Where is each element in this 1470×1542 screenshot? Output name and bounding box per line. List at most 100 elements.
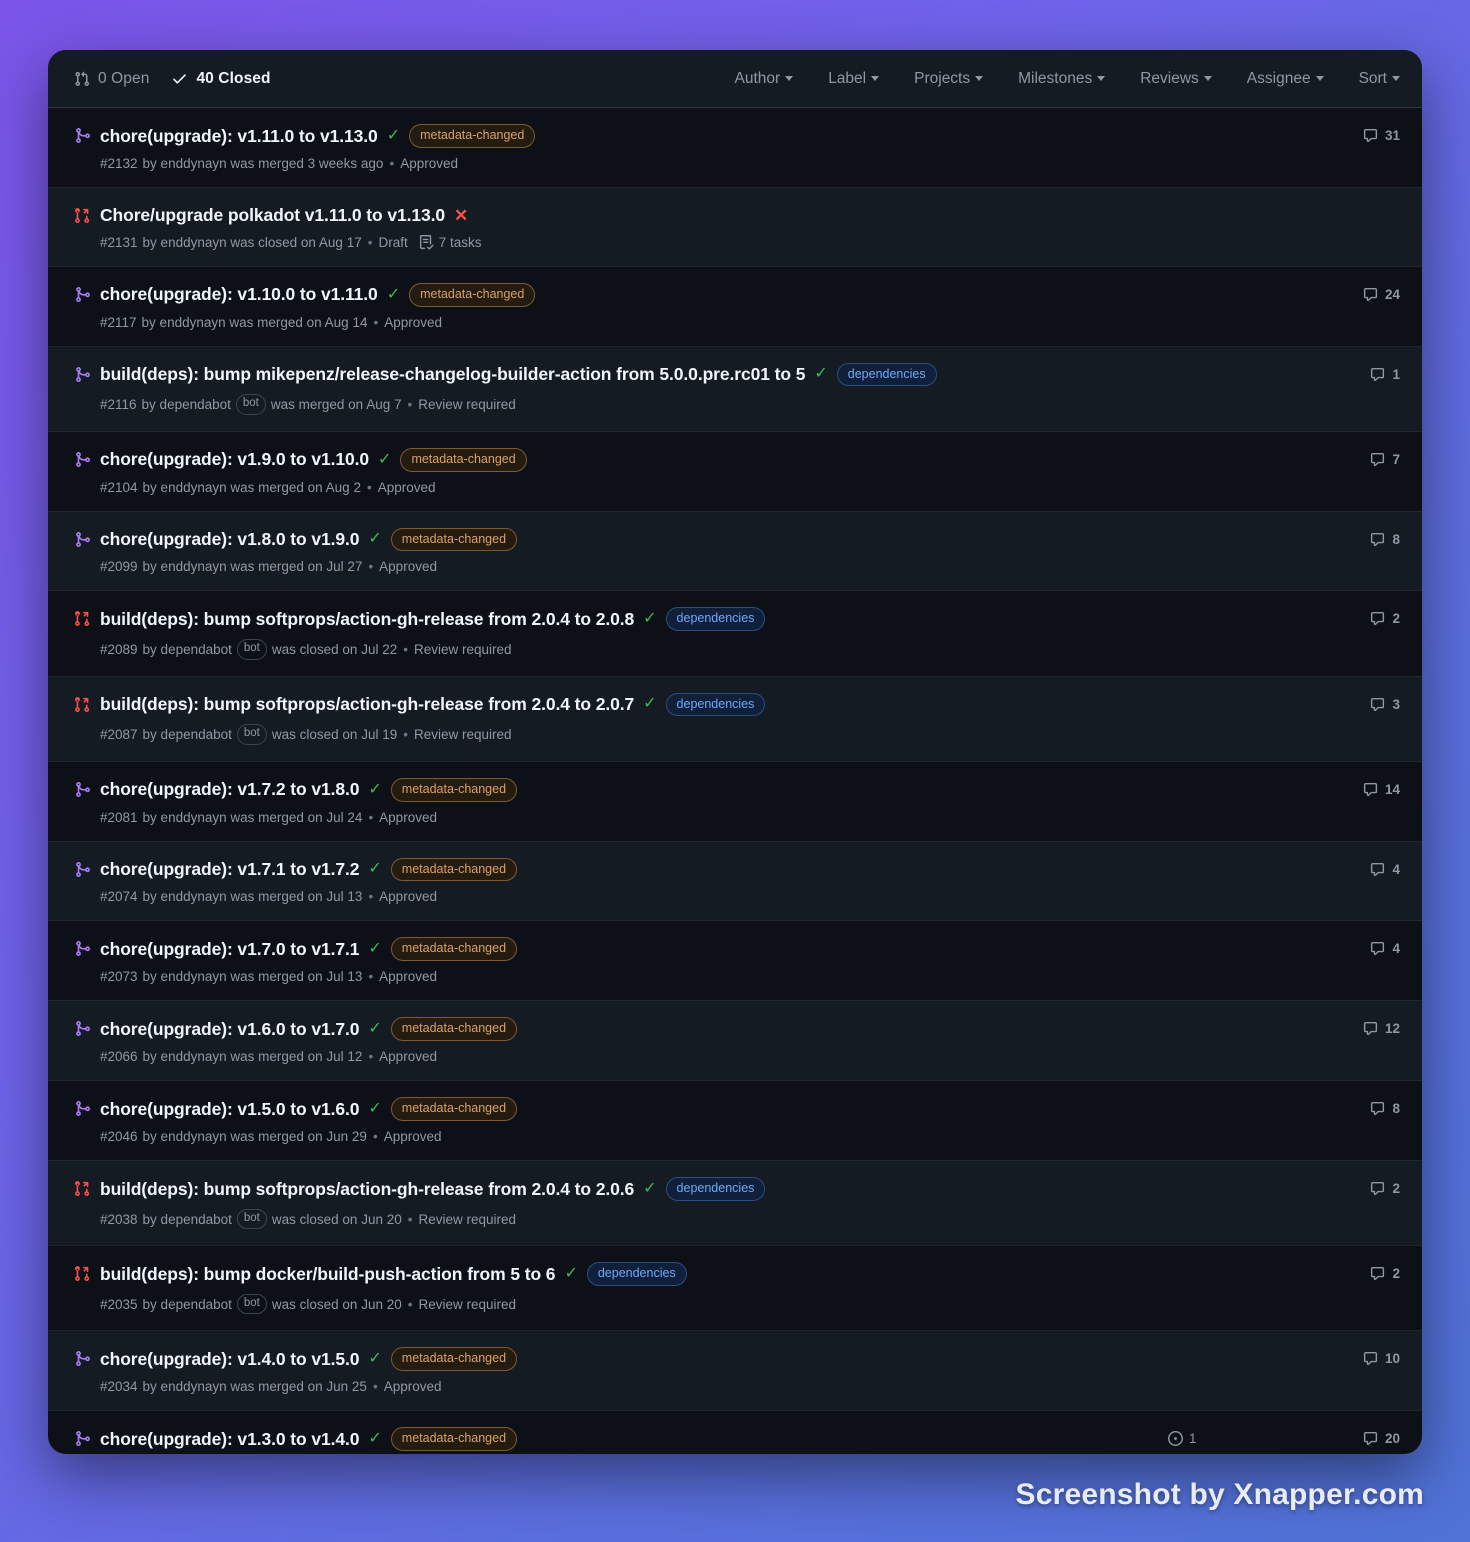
filter-milestones[interactable]: Milestones [1018, 70, 1106, 88]
label-badge[interactable]: dependencies [586, 1262, 687, 1286]
pull-request-title[interactable]: chore(upgrade): v1.7.1 to v1.7.2 [100, 858, 359, 881]
comment-count[interactable]: 2 [1370, 611, 1400, 626]
label-badge[interactable]: dependencies [665, 692, 766, 717]
label-badge[interactable]: metadata-changed [390, 777, 518, 802]
chevron-down-icon [975, 76, 984, 81]
pull-request-title[interactable]: chore(upgrade): v1.7.2 to v1.8.0 [100, 778, 359, 801]
table-row[interactable]: chore(upgrade): v1.8.0 to v1.9.0 ✓ metadat… [48, 511, 1422, 592]
comment-count[interactable]: 8 [1370, 1101, 1400, 1116]
pull-request-number[interactable]: #2116 [100, 397, 137, 412]
filter-label[interactable]: Label [828, 70, 880, 88]
comment-count[interactable]: 2 [1370, 1266, 1400, 1281]
pull-request-title[interactable]: chore(upgrade): v1.9.0 to v1.10.0 [100, 448, 369, 471]
comment-count[interactable]: 4 [1370, 862, 1400, 877]
pull-request-title[interactable]: chore(upgrade): v1.10.0 to v1.11.0 [100, 283, 378, 306]
table-row[interactable]: chore(upgrade): v1.6.0 to v1.7.0 ✓ metadat… [48, 1001, 1422, 1082]
label-badge[interactable]: metadata-changed [400, 447, 527, 472]
comment-count[interactable]: 3 [1370, 697, 1400, 712]
label-badge[interactable]: metadata-changed [390, 857, 518, 882]
label-badge[interactable]: metadata-changed [390, 1097, 518, 1121]
pull-request-title[interactable]: chore(upgrade): v1.6.0 to v1.7.0 [100, 1018, 359, 1041]
label-badge[interactable]: metadata-changed [390, 1427, 518, 1451]
review-status: Approved [383, 1129, 442, 1144]
pull-request-number[interactable]: #2104 [100, 480, 138, 495]
merged-pull-request-icon [74, 937, 100, 957]
pull-request-title[interactable]: Chore/upgrade polkadot v1.11.0 to v1.13.… [100, 204, 445, 227]
table-row[interactable]: Chore/upgrade polkadot v1.11.0 to v1.13.… [48, 187, 1422, 267]
row-metadata: #2087 by dependabot bot was closed on Jul 1… [100, 724, 1140, 745]
table-row[interactable]: chore(upgrade): v1.3.0 to v1.4.0 ✓ metadat… [48, 1411, 1422, 1454]
comment-count[interactable]: 24 [1363, 287, 1400, 302]
label-badge[interactable]: metadata-changed [390, 1017, 518, 1042]
comment-count[interactable]: 20 [1363, 1431, 1400, 1446]
pull-request-title[interactable]: chore(upgrade): v1.3.0 to v1.4.0 [100, 1428, 359, 1451]
pull-request-title[interactable]: chore(upgrade): v1.4.0 to v1.5.0 [100, 1348, 359, 1371]
pull-request-title[interactable]: chore(upgrade): v1.11.0 to v1.13.0 [100, 125, 378, 148]
row-metadata: #2066 by enddynayn was merged on Jul 12 • A… [100, 1049, 1140, 1064]
pull-request-number[interactable]: #2074 [100, 889, 138, 904]
pull-request-title[interactable]: build(deps): bump docker/build-push-acti… [100, 1263, 556, 1286]
table-row[interactable]: chore(upgrade): v1.9.0 to v1.10.0 ✓ metada… [48, 432, 1422, 512]
filter-sort[interactable]: Sort [1359, 70, 1400, 88]
table-row[interactable]: chore(upgrade): v1.7.2 to v1.8.0 ✓ metadat… [48, 762, 1422, 842]
label-badge[interactable]: metadata-changed [409, 282, 536, 307]
table-row[interactable]: chore(upgrade): v1.7.0 to v1.7.1 ✓ metadat… [48, 921, 1422, 1002]
table-row[interactable]: chore(upgrade): v1.5.0 to v1.6.0 ✓ metadat… [48, 1081, 1422, 1161]
table-row[interactable]: build(deps): bump mikepenz/release-chang… [48, 346, 1422, 432]
table-row[interactable]: build(deps): bump softprops/action-gh-re… [48, 591, 1422, 677]
comment-count[interactable]: 31 [1363, 128, 1400, 143]
table-row[interactable]: chore(upgrade): v1.10.0 to v1.11.0 ✓ metad… [48, 267, 1422, 347]
pull-request-title[interactable]: build(deps): bump mikepenz/release-chang… [100, 363, 805, 386]
label-badge[interactable]: metadata-changed [390, 1347, 518, 1372]
tab-open[interactable]: 0 Open [74, 70, 149, 88]
pull-request-number[interactable]: #2099 [100, 559, 138, 574]
comment-icon [1370, 862, 1385, 877]
comment-count[interactable]: 7 [1370, 452, 1400, 467]
comment-count[interactable]: 8 [1370, 532, 1400, 547]
pull-request-title[interactable]: chore(upgrade): v1.5.0 to v1.6.0 [100, 1098, 359, 1121]
label-badge[interactable]: metadata-changed [390, 527, 518, 552]
pull-request-number[interactable]: #2117 [100, 315, 137, 330]
label-badge[interactable]: dependencies [836, 362, 937, 387]
pull-request-title[interactable]: build(deps): bump softprops/action-gh-re… [100, 1178, 634, 1201]
pull-request-title[interactable]: build(deps): bump softprops/action-gh-re… [100, 693, 634, 716]
comment-count[interactable]: 14 [1363, 782, 1400, 797]
table-row[interactable]: chore(upgrade): v1.11.0 to v1.13.0 ✓ metad… [48, 108, 1422, 188]
filter-projects[interactable]: Projects [914, 70, 984, 88]
table-row[interactable]: chore(upgrade): v1.4.0 to v1.5.0 ✓ metadat… [48, 1331, 1422, 1412]
pull-request-number[interactable]: #2066 [100, 1049, 138, 1064]
pull-request-number[interactable]: #2132 [100, 156, 138, 171]
pull-request-number[interactable]: #2034 [100, 1379, 138, 1394]
label-badge[interactable]: dependencies [665, 607, 766, 632]
pull-request-number[interactable]: #2131 [100, 235, 138, 250]
table-row[interactable]: build(deps): bump softprops/action-gh-re… [48, 676, 1422, 762]
linked-issue-indicator[interactable]: 1 [1168, 1431, 1197, 1447]
pull-request-title[interactable]: chore(upgrade): v1.8.0 to v1.9.0 [100, 528, 359, 551]
comment-count[interactable]: 12 [1363, 1021, 1400, 1036]
pull-request-title[interactable]: chore(upgrade): v1.7.0 to v1.7.1 [100, 938, 359, 961]
pull-request-number[interactable]: #2081 [100, 810, 138, 825]
comment-count[interactable]: 4 [1370, 941, 1400, 956]
table-row[interactable]: chore(upgrade): v1.7.1 to v1.7.2 ✓ metadat… [48, 841, 1422, 922]
table-row[interactable]: build(deps): bump softprops/action-gh-re… [48, 1161, 1422, 1247]
comment-count-value: 2 [1392, 1181, 1400, 1196]
table-row[interactable]: build(deps): bump docker/build-push-acti… [48, 1246, 1422, 1332]
pull-request-number[interactable]: #2035 [100, 1297, 138, 1312]
pull-request-title[interactable]: build(deps): bump softprops/action-gh-re… [100, 608, 634, 631]
filter-assignee[interactable]: Assignee [1247, 70, 1324, 88]
filter-reviews[interactable]: Reviews [1140, 70, 1212, 88]
comment-count[interactable]: 10 [1363, 1351, 1400, 1366]
label-badge[interactable]: metadata-changed [409, 124, 536, 148]
pull-request-number[interactable]: #2038 [100, 1212, 138, 1227]
label-badge[interactable]: dependencies [665, 1177, 766, 1201]
label-badge[interactable]: metadata-changed [390, 937, 518, 962]
pull-request-number[interactable]: #2046 [100, 1129, 138, 1144]
pull-request-number[interactable]: #2087 [100, 727, 138, 742]
tab-closed[interactable]: 40 Closed [171, 70, 270, 88]
comment-count[interactable]: 1 [1370, 367, 1400, 382]
filter-author[interactable]: Author [735, 70, 794, 88]
separator-dot: • [407, 1211, 413, 1227]
pull-request-number[interactable]: #2073 [100, 969, 138, 984]
comment-count[interactable]: 2 [1370, 1181, 1400, 1196]
pull-request-number[interactable]: #2089 [100, 642, 138, 657]
